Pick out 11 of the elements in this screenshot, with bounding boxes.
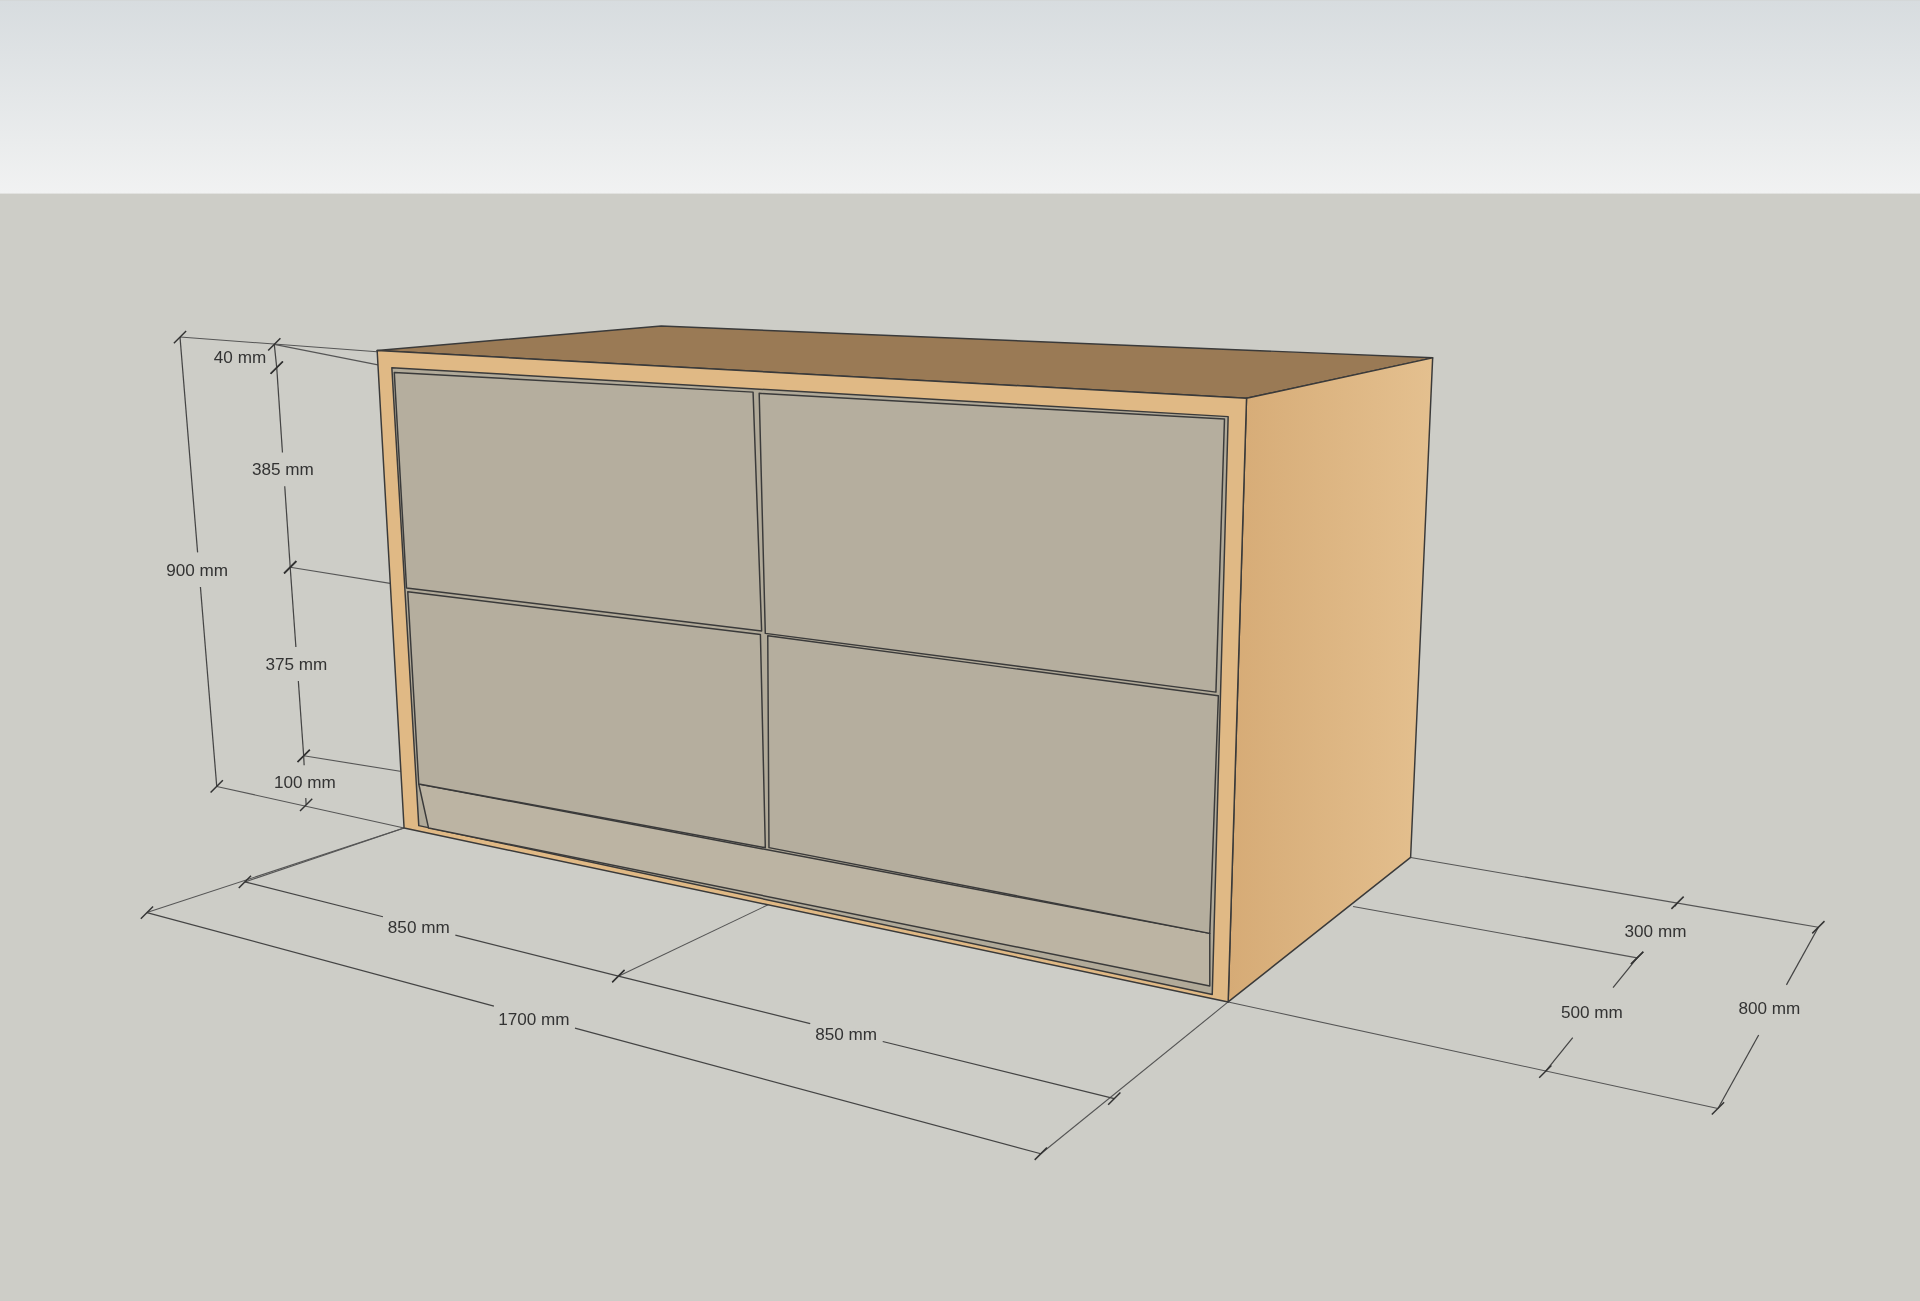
dimension-label: 800 mm [1738, 998, 1801, 1019]
dimension-label: 900 mm [166, 559, 229, 580]
dimension-label: 500 mm [1560, 1001, 1623, 1022]
dimension-label: 850 mm [387, 917, 450, 938]
dimension-label: 385 mm [251, 459, 314, 480]
dimension-label: 1700 mm [498, 1009, 570, 1030]
dimension-label: 375 mm [265, 654, 328, 675]
dimension-label: 40 mm [213, 346, 267, 367]
dimension-label: 850 mm [815, 1023, 878, 1044]
dimension-label: 300 mm [1624, 921, 1687, 942]
dimension-label: 100 mm [273, 771, 336, 792]
